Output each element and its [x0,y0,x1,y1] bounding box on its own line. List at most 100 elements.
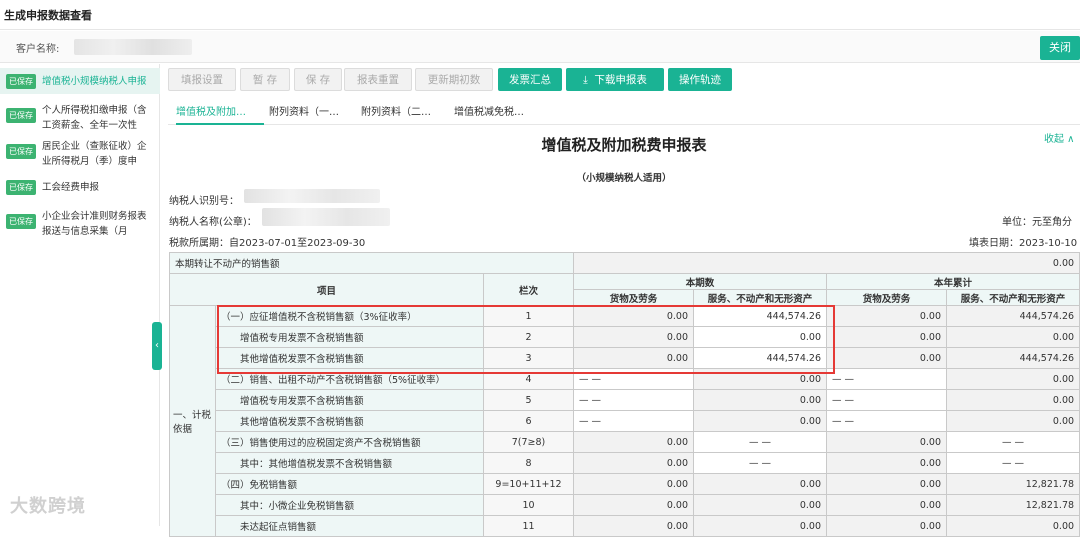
taxpayer-id-redacted [244,189,380,203]
cell-ytd-goods: 0.00 [826,494,948,516]
table-row: 其中：其他增值税发票不含税销售额 8 0.00 — — 0.00 — — [170,452,1080,474]
row-line: 4 [482,368,575,390]
section-label: 一、计税依据 [169,305,216,537]
transfer-row: 本期转让不动产的销售额 0.00 [168,252,1080,274]
cell-current-goods[interactable]: 0.00 [573,305,695,327]
cell-ytd-services: 0.00 [946,326,1080,348]
report-title: 增值税及附加税费申报表 [541,136,707,154]
cell-ytd-goods: — — [826,368,948,390]
cell-current-services: — — [693,431,828,453]
saved-badge: 已保存 [6,144,36,159]
operation-log-button[interactable]: 操作轨迹 [668,68,732,91]
row-item: 未达起征点销售额 [215,515,484,537]
saved-badge: 已保存 [6,180,36,195]
saved-badge: 已保存 [6,74,36,89]
invoice-summary-button[interactable]: 发票汇总 [498,68,562,91]
customer-label: 客户名称: [16,44,60,55]
services-header: 服务、不动产和无形资产 [693,289,828,306]
window-titlebar: 生成申报数据查看 [0,0,1080,30]
report-tabs: 增值税及附加… 附列资料（一… 附列资料（二… 增值税减免税… [168,99,1080,125]
cell-ytd-services: 12,821.78 [946,473,1080,495]
cell-ytd-goods: 0.00 [826,452,948,474]
cell-current-services[interactable]: 0.00 [693,515,828,537]
reset-report-button[interactable]: 报表重置 [344,68,412,91]
window-title: 生成申报数据查看 [4,9,92,22]
temp-save-button[interactable]: 暂 存 [240,68,290,91]
tab-tax-exemption[interactable]: 增值税减免税… [454,103,524,118]
table-row: 其他增值税发票不含税销售额 3 0.00 444,574.26 0.00 444… [170,347,1080,369]
item-header: 项目 [169,273,484,306]
current-period-header: 本期数 [573,273,828,290]
sidebar-item-cit[interactable]: 已保存 居民企业（查账征收）企业所得税月（季）度申报… [0,136,160,172]
cell-current-goods[interactable]: 0.00 [573,347,695,369]
cell-current-services[interactable]: 0.00 [693,473,828,495]
row-line: 2 [482,326,575,348]
table-row: 一、计税依据 （一）应征增值税不含税销售额（3%征收率） 1 0.00 444,… [169,305,1080,537]
row-line: 5 [482,389,575,411]
cell-ytd-services: — — [946,431,1080,453]
sidebar-item-financial-report[interactable]: 已保存 小企业会计准则财务报表报送与信息采集（月季）… [0,206,160,242]
goods-header: 货物及劳务 [826,289,948,306]
cell-current-goods[interactable]: 0.00 [573,494,695,516]
table-row: 其他增值税发票不含税销售额 6 — — 0.00 — — 0.00 [170,410,1080,432]
update-initial-button[interactable]: 更新期初数 [415,68,493,91]
cell-current-goods[interactable]: 0.00 [573,452,695,474]
tab-schedule-2[interactable]: 附列资料（二… [361,103,431,118]
row-line: 1 [482,305,575,327]
row-item: 其他增值税发票不含税销售额 [215,410,484,432]
cell-ytd-services: 0.00 [946,389,1080,411]
watermark: 大数跨境 [10,496,86,517]
cell-ytd-services: 444,574.26 [946,347,1080,369]
table-row: 其中：小微企业免税销售额 10 0.00 0.00 0.00 12,821.78 [170,494,1080,516]
cell-current-goods[interactable]: 0.00 [573,473,695,495]
cell-ytd-services: 0.00 [946,410,1080,432]
cell-current-services[interactable]: 0.00 [693,494,828,516]
cell-current-goods[interactable]: 0.00 [573,515,695,537]
cell-current-services[interactable]: 0.00 [693,368,828,390]
chevron-left-icon[interactable]: ‹ [152,322,162,370]
row-line: 8 [482,452,575,474]
taxpayer-id-label: 纳税人识别号： [169,196,239,207]
cell-ytd-services: 0.00 [946,515,1080,537]
customer-name-redacted [74,39,192,55]
row-item: 增值税专用发票不含税销售额 [215,389,484,411]
cell-current-services[interactable]: 0.00 [693,389,828,411]
row-line: 10 [482,494,575,516]
sidebar-item-iit[interactable]: 已保存 个人所得税扣缴申报（含工资薪金、全年一次性奖… [0,100,160,136]
sidebar-item-union-fee[interactable]: 已保存 工会经费申报 [0,176,160,200]
download-report-button[interactable]: ⤓ 下载申报表 [566,68,664,91]
fill-settings-button[interactable]: 填报设置 [168,68,236,91]
cell-current-services[interactable]: 0.00 [693,410,828,432]
services-header: 服务、不动产和无形资产 [946,289,1080,306]
collapse-link[interactable]: 收起 ∧ [1044,130,1075,145]
goods-header: 货物及劳务 [573,289,695,306]
cell-current-goods[interactable]: 0.00 [573,431,695,453]
taxpayer-name-redacted [262,208,390,226]
save-button[interactable]: 保 存 [294,68,342,91]
tax-period: 税款所属期：自2023-07-01至2023-09-30 [169,238,366,249]
cell-ytd-goods: 0.00 [826,347,948,369]
tab-schedule-1[interactable]: 附列资料（一… [269,103,339,118]
cell-ytd-services: 12,821.78 [946,494,1080,516]
table-row: （二）销售、出租不动产不含税销售额（5%征收率） 4 — — 0.00 — — … [170,368,1080,390]
line-header: 栏次 [482,273,575,306]
customer-bar: 客户名称: [0,31,1080,63]
cell-current-services[interactable]: 444,574.26 [693,305,828,327]
sidebar-item-label: 个人所得税扣缴申报（含工资薪金、全年一次性奖… [42,105,147,131]
sidebar-item-label: 居民企业（查账征收）企业所得税月（季）度申报… [42,141,147,167]
cell-current-services[interactable]: 0.00 [693,326,828,348]
cell-current-services[interactable]: 444,574.26 [693,347,828,369]
cell-current-goods: — — [573,410,695,432]
row-line: 11 [482,515,575,537]
close-button[interactable]: 关闭 [1040,36,1080,60]
cell-ytd-services: 444,574.26 [946,305,1080,327]
table-row: （四）免税销售额 9=10+11+12 0.00 0.00 0.00 12,82… [170,473,1080,495]
report-subtitle: （小规模纳税人适用） [576,173,672,184]
tab-vat-main[interactable]: 增值税及附加… [176,103,246,118]
year-to-date-header: 本年累计 [826,273,1080,290]
row-item: （二）销售、出租不动产不含税销售额（5%征收率） [215,368,484,390]
sidebar-item-vat-small[interactable]: 已保存 增值税小规模纳税人申报 [0,68,160,94]
cell-ytd-goods: 0.00 [826,473,948,495]
cell-current-goods[interactable]: 0.00 [573,326,695,348]
transfer-value: 0.00 [573,252,1080,274]
